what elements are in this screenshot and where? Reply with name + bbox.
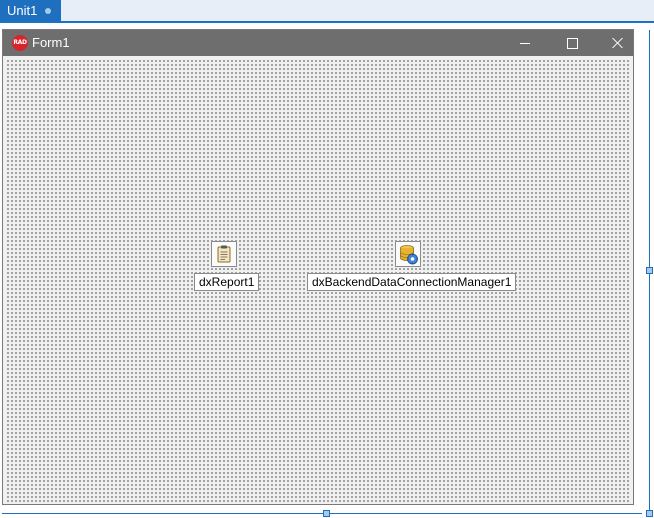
minimize-icon (520, 42, 530, 44)
form-window[interactable]: RAD Form1 dxReport1 dxBackendDataConnect… (2, 29, 634, 505)
maximize-button[interactable] (550, 30, 594, 56)
close-button[interactable] (596, 30, 640, 56)
component-dxreport1[interactable] (211, 241, 237, 267)
design-surface[interactable]: dxReport1 dxBackendDataConnectionManager… (6, 59, 629, 502)
rad-logo-icon: RAD (12, 35, 28, 51)
form-titlebar[interactable]: RAD Form1 (3, 30, 633, 56)
component-label-dxbackenddataconnectionmanager1[interactable]: dxBackendDataConnectionManager1 (307, 273, 517, 291)
report-clipboard-icon (217, 245, 231, 263)
tab-unit1[interactable]: Unit1 (0, 0, 61, 21)
resize-handle-bottom[interactable] (323, 510, 330, 517)
minimize-button[interactable] (503, 30, 547, 56)
resize-handle-corner[interactable] (646, 510, 653, 517)
database-gear-icon (400, 245, 418, 265)
tab-label: Unit1 (7, 3, 38, 18)
maximize-icon (566, 37, 578, 49)
resize-handle-right[interactable] (646, 267, 653, 274)
editor-tab-strip: Unit1 (0, 0, 654, 23)
modified-dot-icon (45, 8, 51, 14)
horizontal-resize-guide (2, 513, 642, 514)
component-dxbackenddataconnectionmanager1[interactable] (395, 241, 421, 267)
close-icon (612, 37, 624, 49)
component-label-dxreport1[interactable]: dxReport1 (194, 273, 260, 291)
form-title: Form1 (32, 35, 70, 50)
